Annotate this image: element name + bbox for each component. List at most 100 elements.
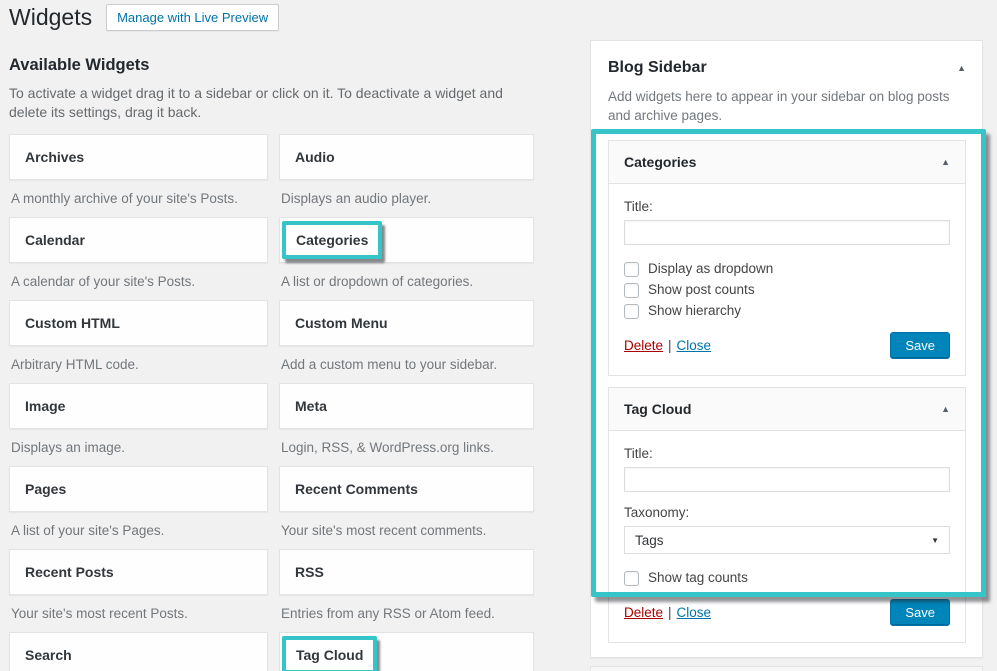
taxonomy-field: Taxonomy: Tags ▼ xyxy=(624,504,950,554)
checkbox-label: Show post counts xyxy=(648,282,755,298)
available-widgets-section: Available Widgets To activate a widget d… xyxy=(9,56,543,671)
widget-card-custom-menu[interactable]: Custom Menu xyxy=(279,300,534,346)
widget-title: Pages xyxy=(25,481,66,497)
widget-description: A list of your site's Pages. xyxy=(11,522,268,539)
close-link[interactable]: Close xyxy=(677,605,712,620)
page-title: Widgets xyxy=(9,3,92,32)
widget-card-audio[interactable]: Audio xyxy=(279,134,534,180)
tag-cloud-checkbox-group: Show tag counts xyxy=(624,570,950,586)
collapse-up-icon[interactable]: ▲ xyxy=(957,58,966,78)
tag-cloud-title-input[interactable] xyxy=(624,467,950,492)
checkbox-icon[interactable] xyxy=(624,262,639,277)
blog-sidebar-header: Blog Sidebar ▲ xyxy=(591,41,982,78)
tag-cloud-widget-body: Title: Taxonomy: Tags ▼ Show tag counts … xyxy=(608,431,966,643)
widget-card-image[interactable]: Image xyxy=(9,383,268,429)
widget-description: A monthly archive of your site's Posts. xyxy=(11,190,268,207)
widget-title: Search xyxy=(25,647,72,663)
widget-description: A calendar of your site's Posts. xyxy=(11,273,268,290)
widget-description: Arbitrary HTML code. xyxy=(11,356,268,373)
widget-title: Recent Posts xyxy=(25,564,114,580)
available-widget-rss: RSS Entries from any RSS or Atom feed. xyxy=(279,549,534,632)
widget-card-tag-cloud[interactable]: Tag Cloud xyxy=(279,632,534,671)
widget-card-custom-html[interactable]: Custom HTML xyxy=(9,300,268,346)
available-widget-categories: Categories A list or dropdown of categor… xyxy=(279,217,534,300)
widget-card-archives[interactable]: Archives xyxy=(9,134,268,180)
categories-widget-title: Categories xyxy=(624,154,941,170)
categories-widget-header[interactable]: Categories ▲ xyxy=(608,140,966,184)
widget-description: Displays an image. xyxy=(11,439,268,456)
checkbox-show-tag-counts[interactable]: Show tag counts xyxy=(624,570,950,586)
checkbox-label: Display as dropdown xyxy=(648,261,773,277)
link-separator: | xyxy=(668,605,672,620)
widget-card-pages[interactable]: Pages xyxy=(9,466,268,512)
delete-link[interactable]: Delete xyxy=(624,338,663,353)
widget-title: Audio xyxy=(295,149,335,165)
widget-card-meta[interactable]: Meta xyxy=(279,383,534,429)
available-widgets-heading: Available Widgets xyxy=(9,56,543,75)
taxonomy-field-label: Taxonomy: xyxy=(624,504,950,522)
widget-title: RSS xyxy=(295,564,324,580)
checkbox-label: Show tag counts xyxy=(648,570,748,586)
available-widget-recent-posts: Recent Posts Your site's most recent Pos… xyxy=(9,549,268,632)
available-widget-tag-cloud: Tag Cloud xyxy=(279,632,534,671)
save-button[interactable]: Save xyxy=(890,332,950,359)
categories-widget-footer: Delete | Close Save xyxy=(624,332,950,359)
widget-card-categories[interactable]: Categories xyxy=(279,217,534,263)
widget-card-rss[interactable]: RSS xyxy=(279,549,534,595)
checkbox-show-post-counts[interactable]: Show post counts xyxy=(624,282,950,298)
available-widgets-grid: Archives A monthly archive of your site'… xyxy=(9,134,543,671)
sidebar-widget-tag-cloud: Tag Cloud ▲ Title: Taxonomy: Tags ▼ Show… xyxy=(608,387,966,643)
categories-widget-body: Title: Display as dropdown Show post cou… xyxy=(608,184,966,376)
widget-title-highlighted: Categories xyxy=(282,221,382,259)
widget-description: A list or dropdown of categories. xyxy=(281,273,534,290)
widget-description: Add a custom menu to your sidebar. xyxy=(281,356,534,373)
checkbox-icon[interactable] xyxy=(624,283,639,298)
next-sidebar-panel-edge xyxy=(590,666,983,671)
title-field-label: Title: xyxy=(624,198,950,216)
widget-card-recent-comments[interactable]: Recent Comments xyxy=(279,466,534,512)
widget-card-search[interactable]: Search xyxy=(9,632,268,671)
widget-title: Meta xyxy=(295,398,327,414)
title-field-label: Title: xyxy=(624,445,950,463)
blog-sidebar-panel: Blog Sidebar ▲ Add widgets here to appea… xyxy=(590,40,983,658)
widget-title: Archives xyxy=(25,149,84,165)
tag-cloud-widget-footer: Delete | Close Save xyxy=(624,599,950,626)
sidebar-widget-categories: Categories ▲ Title: Display as dropdown … xyxy=(608,140,966,376)
available-widget-pages: Pages A list of your site's Pages. xyxy=(9,466,268,549)
checkbox-icon[interactable] xyxy=(624,304,639,319)
blog-sidebar-title: Blog Sidebar xyxy=(608,58,957,78)
collapse-up-icon[interactable]: ▲ xyxy=(941,399,950,419)
widget-description: Entries from any RSS or Atom feed. xyxy=(281,605,534,622)
widget-card-calendar[interactable]: Calendar xyxy=(9,217,268,263)
widget-title: Image xyxy=(25,398,65,414)
checkbox-display-as-dropdown[interactable]: Display as dropdown xyxy=(624,261,950,277)
widget-card-recent-posts[interactable]: Recent Posts xyxy=(9,549,268,595)
checkbox-label: Show hierarchy xyxy=(648,303,741,319)
widget-description: Login, RSS, & WordPress.org links. xyxy=(281,439,534,456)
categories-title-input[interactable] xyxy=(624,220,950,245)
widget-description: Displays an audio player. xyxy=(281,190,534,207)
categories-checkbox-group: Display as dropdown Show post counts Sho… xyxy=(624,261,950,319)
available-widget-audio: Audio Displays an audio player. xyxy=(279,134,534,217)
delete-link[interactable]: Delete xyxy=(624,605,663,620)
save-button[interactable]: Save xyxy=(890,599,950,626)
checkbox-show-hierarchy[interactable]: Show hierarchy xyxy=(624,303,950,319)
manage-live-preview-button[interactable]: Manage with Live Preview xyxy=(106,4,279,31)
taxonomy-selected-value: Tags xyxy=(635,533,931,548)
widget-description: Your site's most recent comments. xyxy=(281,522,534,539)
available-widget-custom-html: Custom HTML Arbitrary HTML code. xyxy=(9,300,268,383)
checkbox-icon[interactable] xyxy=(624,571,639,586)
close-link[interactable]: Close xyxy=(677,338,712,353)
blog-sidebar-description: Add widgets here to appear in your sideb… xyxy=(608,87,965,125)
available-widget-calendar: Calendar A calendar of your site's Posts… xyxy=(9,217,268,300)
tag-cloud-widget-title: Tag Cloud xyxy=(624,401,941,417)
widget-description: Your site's most recent Posts. xyxy=(11,605,268,622)
taxonomy-select[interactable]: Tags ▼ xyxy=(624,526,950,554)
collapse-up-icon[interactable]: ▲ xyxy=(941,152,950,172)
available-widget-custom-menu: Custom Menu Add a custom menu to your si… xyxy=(279,300,534,383)
tag-cloud-widget-header[interactable]: Tag Cloud ▲ xyxy=(608,387,966,431)
widget-title: Custom Menu xyxy=(295,315,388,331)
available-widget-archives: Archives A monthly archive of your site'… xyxy=(9,134,268,217)
available-widget-search: Search xyxy=(9,632,268,671)
available-widget-meta: Meta Login, RSS, & WordPress.org links. xyxy=(279,383,534,466)
